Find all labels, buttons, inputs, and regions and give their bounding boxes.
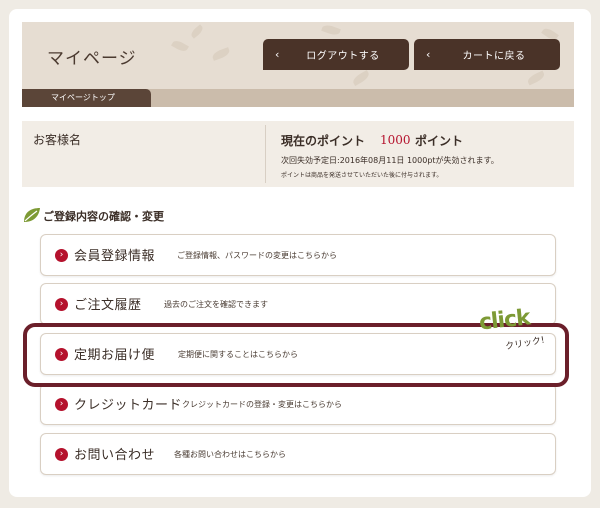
logout-button[interactable]: ‹ ログアウトする <box>263 39 409 70</box>
leaf-decoration <box>211 47 231 61</box>
mypage-header: マイページ ‹ ログアウトする ‹ カートに戻る マイページトップ <box>22 22 574 107</box>
menu-item-title: ご注文履歴 <box>74 298 142 313</box>
chevron-right-circle-icon: › <box>55 398 68 411</box>
menu-item-title: お問い合わせ <box>74 448 156 463</box>
leaf-decoration <box>171 38 189 54</box>
logout-label: ログアウトする <box>306 51 380 62</box>
points-note: ポイントは商品を発送させていただいた後に付与されます。 <box>281 172 443 179</box>
menu-item-desc: 過去のご注文を確認できます <box>164 300 268 309</box>
back-to-cart-button[interactable]: ‹ カートに戻る <box>414 39 560 70</box>
leaf-decoration <box>351 70 371 86</box>
click-annotation: click <box>477 305 531 336</box>
section-title: ご登録内容の確認・変更 <box>43 210 164 223</box>
menu-item-desc: ご登録情報、パスワードの変更はこちらから <box>177 251 337 260</box>
chevron-right-circle-icon: › <box>55 448 68 461</box>
menu-item-desc: クレジットカードの登録・変更はこちらから <box>182 400 342 409</box>
chevron-left-icon: ‹ <box>275 48 280 61</box>
customer-name-label: お客様名 <box>33 133 82 147</box>
points-value: 1000 <box>380 133 411 147</box>
points-expire-text: 次回失効予定日:2016年08月11日 1000ptが失効されます。 <box>281 156 499 165</box>
chevron-left-icon: ‹ <box>426 48 431 61</box>
chevron-right-circle-icon: › <box>55 249 68 262</box>
points-unit: ポイント <box>415 134 464 148</box>
account-info: お客様名 現在のポイント 1000 ポイント 次回失効予定日:2016年08月1… <box>22 121 574 187</box>
leaf-decoration <box>526 70 546 86</box>
cart-label: カートに戻る <box>462 51 526 62</box>
leaf-icon <box>24 208 40 222</box>
menu-item-title: 会員登録情報 <box>74 249 156 264</box>
menu-item-desc: 各種お問い合わせはこちらから <box>174 450 286 459</box>
leaf-decoration <box>189 24 205 39</box>
divider <box>265 125 266 183</box>
menu-item-credit-card[interactable]: › クレジットカード クレジットカードの登録・変更はこちらから <box>40 383 556 425</box>
menu-item-title: クレジットカード <box>74 398 183 413</box>
menu-item-member-info[interactable]: › 会員登録情報 ご登録情報、パスワードの変更はこちらから <box>40 234 556 276</box>
points-label: 現在のポイント <box>281 134 366 148</box>
page-title: マイページ <box>47 49 137 69</box>
leaf-decoration <box>321 23 341 37</box>
menu-item-contact[interactable]: › お問い合わせ 各種お問い合わせはこちらから <box>40 433 556 475</box>
tab-mypage-top[interactable]: マイページトップ <box>22 89 151 107</box>
chevron-right-circle-icon: › <box>55 298 68 311</box>
